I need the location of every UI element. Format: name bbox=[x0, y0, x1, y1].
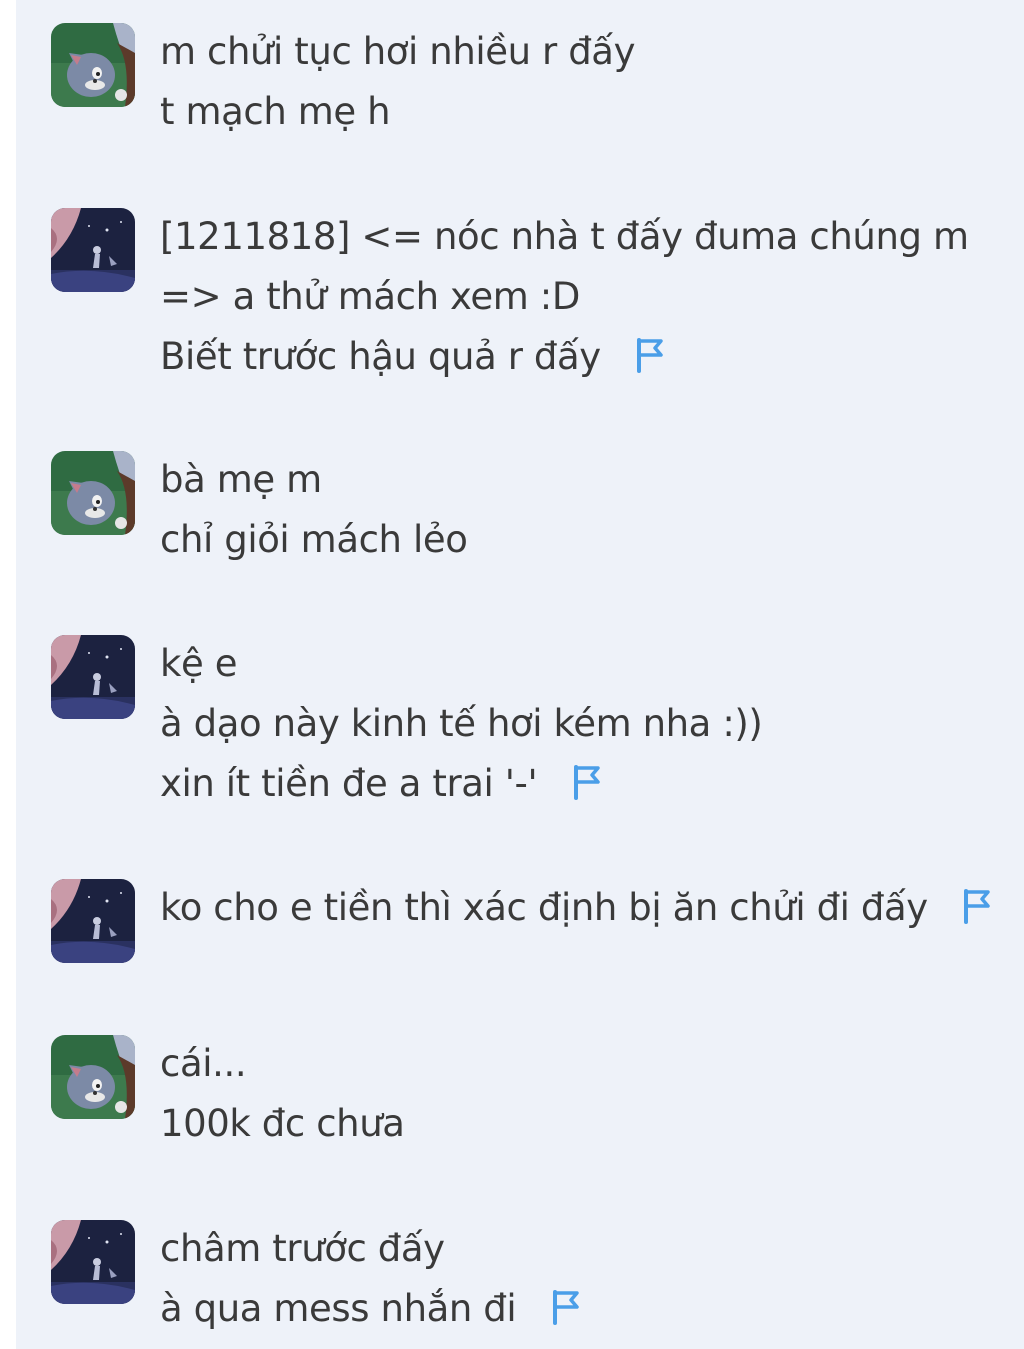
message-line: kệ e bbox=[160, 642, 238, 685]
message-line: chỉ giỏi mách lẻo bbox=[160, 518, 468, 561]
night-scene-avatar[interactable] bbox=[51, 208, 135, 292]
night-scene-avatar[interactable] bbox=[51, 1220, 135, 1304]
message-line: => a thử mách xem :D bbox=[160, 275, 580, 318]
report-flag-icon[interactable] bbox=[550, 1289, 582, 1325]
message-line: t mạch mẹ h bbox=[160, 90, 391, 133]
message-line-text: xin ít tiền đe a trai '-' bbox=[160, 762, 538, 805]
tom-cat-avatar[interactable] bbox=[51, 451, 135, 535]
report-flag-icon[interactable] bbox=[634, 337, 666, 373]
message-line-text: à qua mess nhắn đi bbox=[160, 1287, 517, 1330]
message-lines: cái... 100k đc chưa bbox=[160, 1034, 405, 1154]
message-lines: bà mẹ m chỉ giỏi mách lẻo bbox=[160, 450, 468, 570]
tom-cat-avatar[interactable] bbox=[51, 23, 135, 107]
message-line-last: Biết trước hậu quả r đấy bbox=[160, 327, 969, 387]
report-flag-icon[interactable] bbox=[961, 888, 993, 924]
message-line-last: xin ít tiền đe a trai '-' bbox=[160, 754, 762, 814]
message-lines: ko cho e tiền thì xác định bị ăn chửi đi… bbox=[160, 878, 993, 938]
message-line: bà mẹ m bbox=[160, 458, 322, 501]
message-line-text: ko cho e tiền thì xác định bị ăn chửi đi… bbox=[160, 886, 928, 929]
tom-cat-avatar[interactable] bbox=[51, 1035, 135, 1119]
message-line: à dạo này kinh tế hơi kém nha :)) bbox=[160, 702, 763, 745]
message-lines: kệ e à dạo này kinh tế hơi kém nha :)) x… bbox=[160, 634, 763, 814]
chat-panel: m chửi tục hơi nhiều r đấy t mạch mẹ h [… bbox=[16, 0, 1024, 1349]
message-line-text: Biết trước hậu quả r đấy bbox=[160, 335, 601, 378]
night-scene-avatar[interactable] bbox=[51, 879, 135, 963]
message-line: m chửi tục hơi nhiều r đấy bbox=[160, 30, 636, 73]
night-scene-avatar[interactable] bbox=[51, 635, 135, 719]
message-line: châm trước đấy bbox=[160, 1227, 445, 1270]
message-lines: [1211818] <= nóc nhà t đấy đuma chúng m … bbox=[160, 207, 969, 387]
message-lines: châm trước đấy à qua mess nhắn đi bbox=[160, 1219, 582, 1339]
message-line-last: à qua mess nhắn đi bbox=[160, 1279, 582, 1339]
message-line: 100k đc chưa bbox=[160, 1102, 405, 1145]
message-line: [1211818] <= nóc nhà t đấy đuma chúng m bbox=[160, 215, 969, 258]
message-line-last: ko cho e tiền thì xác định bị ăn chửi đi… bbox=[160, 878, 993, 938]
message-line: cái... bbox=[160, 1042, 247, 1085]
message-lines: m chửi tục hơi nhiều r đấy t mạch mẹ h bbox=[160, 22, 635, 142]
report-flag-icon[interactable] bbox=[571, 764, 603, 800]
